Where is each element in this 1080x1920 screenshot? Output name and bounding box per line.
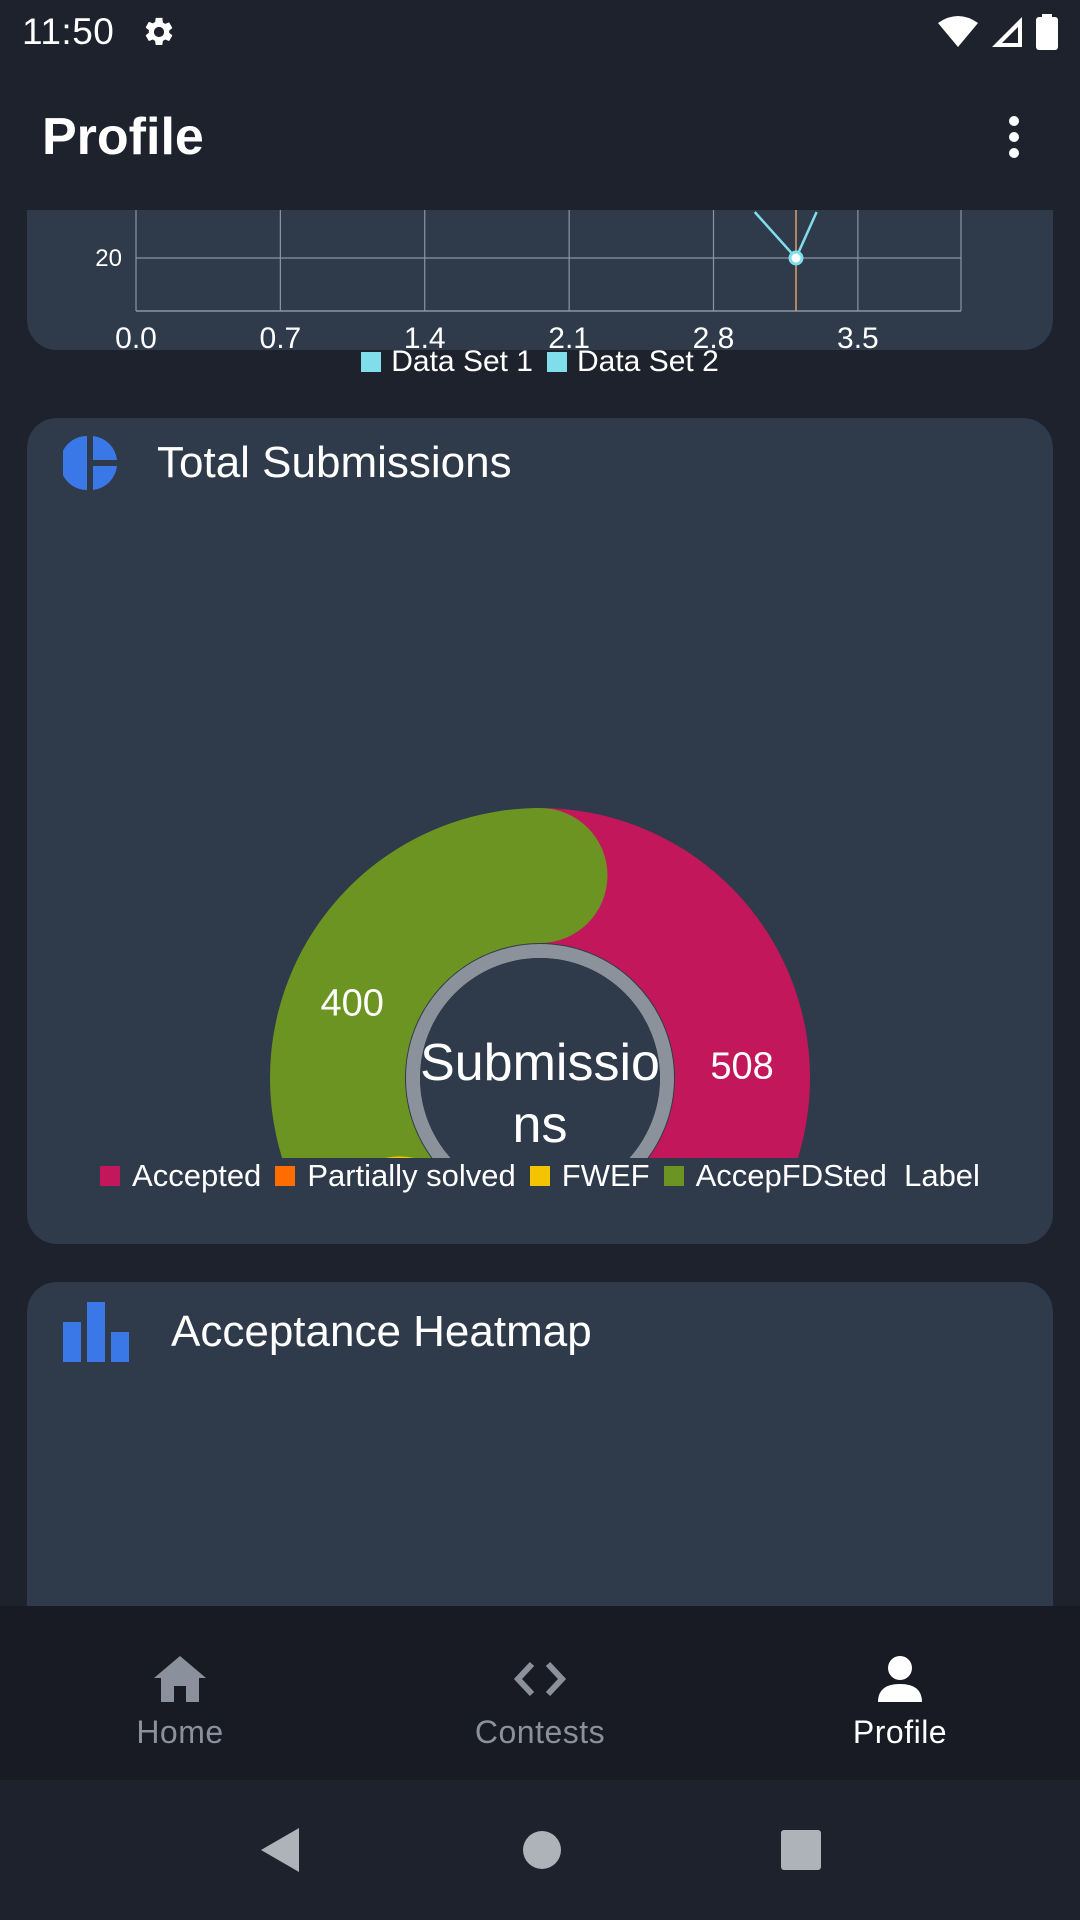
nav-label-home: Home <box>136 1714 224 1750</box>
legend-item: Data Set 1 <box>361 345 533 379</box>
donut-chart[interactable]: 50825125400Submissions <box>27 478 1053 1158</box>
card-header: Acceptance Heatmap <box>63 1302 592 1362</box>
total-submissions-card: Total Submissions 50825125400Submissions… <box>27 418 1053 1244</box>
home-circle-icon[interactable] <box>522 1830 562 1870</box>
donut-center-text: ns <box>513 1096 568 1154</box>
recents-icon[interactable] <box>780 1830 821 1870</box>
home-icon <box>154 1656 206 1702</box>
legend-item: Accepted <box>100 1158 261 1194</box>
legend-item: FWEF <box>529 1158 650 1194</box>
card-title: Acceptance Heatmap <box>171 1307 592 1356</box>
person-icon <box>878 1656 922 1702</box>
system-navigation-bar <box>0 1780 1080 1920</box>
legend-item: Partially solved <box>275 1158 516 1194</box>
page-title: Profile <box>42 108 204 166</box>
legend-label: AccepFDSted Label <box>695 1158 980 1193</box>
line-chart-legend: Data Set 1 Data Set 2 <box>27 345 1053 379</box>
donut-legend: Accepted Partially solved FWEF AccepFDSt… <box>27 1158 1053 1194</box>
line-chart: 200.0 0.7 1.4 2.1 2.8 3.5 <box>95 210 962 350</box>
legend-item: Data Set 2 <box>547 345 719 379</box>
nav-item-contests[interactable]: Contests <box>360 1606 720 1780</box>
nav-item-profile[interactable]: Profile <box>720 1606 1080 1780</box>
settings-icon <box>142 15 176 49</box>
profile-content[interactable]: 20 0.0 0.7 1.4 2.1 2.8 3.5 Data Set 1 Data Set… <box>0 210 1080 1606</box>
acceptance-heatmap-card: Acceptance Heatmap <box>27 1282 1053 1606</box>
slice-value-label: 400 <box>320 982 383 1024</box>
legend-label: Accepted <box>132 1158 262 1193</box>
legend-label: Data Set 2 <box>577 345 719 378</box>
code-icon <box>513 1661 567 1697</box>
back-icon[interactable] <box>259 1826 303 1874</box>
legend-swatch <box>547 352 567 372</box>
status-bar: 11:50 <box>0 0 1080 64</box>
legend-swatch <box>275 1166 296 1186</box>
overflow-menu-button[interactable] <box>990 101 1038 173</box>
nav-label-contests: Contests <box>474 1714 606 1750</box>
more-vert-icon <box>1009 116 1019 158</box>
nav-label-profile: Profile <box>852 1714 948 1750</box>
legend-label: FWEF <box>561 1158 650 1193</box>
status-time: 11:50 <box>22 11 115 52</box>
signal-icon <box>990 15 1024 49</box>
y-tick-label: 20 <box>95 245 122 272</box>
app-bar: Profile <box>0 64 1080 210</box>
battery-icon <box>1036 14 1058 50</box>
legend-item: AccepFDSted Label <box>663 1158 980 1194</box>
series-line <box>753 211 818 261</box>
bar-chart-icon <box>63 1302 129 1362</box>
line-chart-card: 20 0.0 0.7 1.4 2.1 2.8 3.5 Data Set 1 Data Set… <box>27 210 1053 378</box>
donut-slice-cap <box>472 808 608 943</box>
legend-label: Data Set 1 <box>391 345 533 378</box>
data-point[interactable] <box>788 250 804 266</box>
legend-swatch <box>361 352 382 372</box>
legend-swatch <box>100 1166 121 1186</box>
legend-swatch <box>529 1166 550 1186</box>
bottom-navigation: Home Contests Profile <box>0 1606 1080 1780</box>
legend-label: Partially solved <box>307 1158 516 1193</box>
legend-swatch <box>663 1166 684 1186</box>
nav-item-home[interactable]: Home <box>0 1606 360 1780</box>
slice-value-label: 508 <box>710 1045 773 1087</box>
wifi-icon <box>938 15 978 49</box>
donut-center-text: Submissio <box>420 1034 660 1092</box>
